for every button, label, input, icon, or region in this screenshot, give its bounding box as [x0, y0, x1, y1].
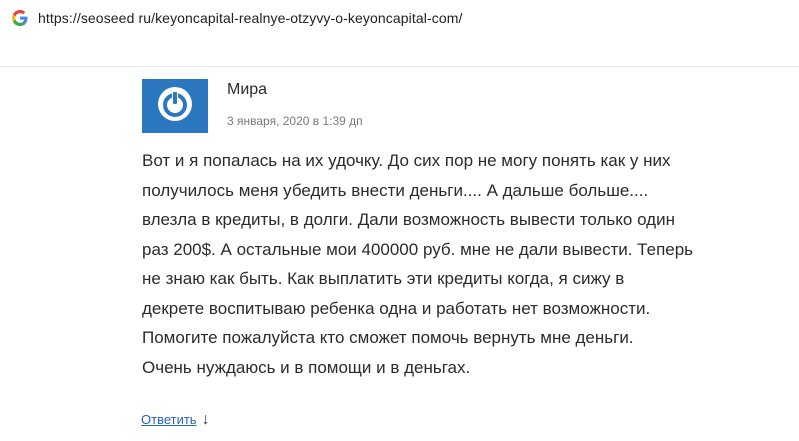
comment-line: влезла в кредиты, в долги. Дали возможно… — [142, 210, 675, 229]
google-g-icon — [11, 9, 29, 27]
comment-date[interactable]: 3 января, 2020 в 1:39 дп — [227, 114, 363, 128]
comment-author[interactable]: Мира — [227, 81, 267, 99]
url-text[interactable]: https://seoseed ru/keyoncapital-realnye-… — [38, 10, 462, 26]
power-avatar-icon — [155, 84, 195, 129]
comment-line: получилось меня убедить внести деньги...… — [142, 180, 649, 200]
comment-body: Вот и я попалась на их удочку. До сих по… — [142, 146, 792, 382]
comment-line: декрете воспитываю ребенка одна и работа… — [142, 298, 651, 318]
comment-line: Очень нуждаюсь и в помощи и в деньгах. — [142, 357, 471, 377]
reply-link[interactable]: Ответить — [141, 412, 197, 427]
comment-line: раз 200$. А остальные мои 400000 руб. мн… — [142, 239, 694, 259]
address-bar[interactable]: https://seoseed ru/keyoncapital-realnye-… — [0, 0, 799, 36]
comment-line: Вот и я попалась на их удочку. До сих по… — [142, 151, 671, 170]
browser-chrome: https://seoseed ru/keyoncapital-realnye-… — [0, 0, 799, 66]
reply-link-group: Ответить ↓ — [141, 411, 210, 428]
comment-line: не знаю как быть. Как выплатить эти кред… — [142, 269, 625, 288]
comment-line: Помогите пожалуйста кто сможет помочь ве… — [142, 328, 634, 347]
avatar — [142, 79, 208, 133]
down-arrow-icon: ↓ — [201, 411, 210, 428]
